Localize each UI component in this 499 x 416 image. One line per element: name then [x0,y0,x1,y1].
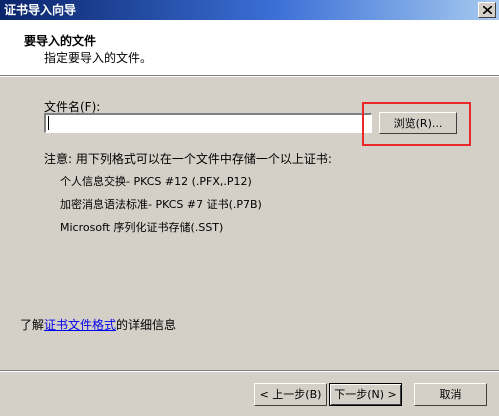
highlight-annotation [362,102,471,146]
window-title: 证书导入向导 [4,3,77,17]
format-note: 注意: 用下列格式可以在一个文件中存储一个以上证书: [44,152,332,166]
wizard-header: 要导入的文件 指定要导入的文件。 [0,20,499,75]
next-button[interactable]: 下一步(N) > [329,383,402,406]
close-icon [483,6,492,14]
learn-more-text: 了解证书文件格式的详细信息 [20,316,176,333]
title-bar: 证书导入向导 [0,0,499,20]
file-name-input[interactable] [44,113,372,133]
certificate-formats-link[interactable]: 证书文件格式 [44,318,116,332]
page-title: 要导入的文件 [24,34,97,48]
cancel-button[interactable]: 取消 [414,383,487,406]
format-item-sst: Microsoft 序列化证书存储(.SST) [60,221,224,234]
header-divider-highlight [0,76,499,77]
page-subtitle: 指定要导入的文件。 [44,51,153,65]
close-button[interactable] [478,2,496,18]
learn-more-suffix: 的详细信息 [116,318,177,332]
footer-divider-highlight [0,371,499,372]
format-item-p7b: 加密消息语法标准- PKCS #7 证书(.P7B) [60,198,262,211]
learn-more-prefix: 了解 [20,318,45,332]
back-button[interactable]: < 上一步(B) [254,383,327,406]
text-caret [48,116,49,130]
certificate-import-wizard-window: 证书导入向导 要导入的文件 指定要导入的文件。 文件名(F): 浏览(R)...… [0,0,499,416]
format-item-pfx: 个人信息交换- PKCS #12 (.PFX,.P12) [60,175,252,188]
